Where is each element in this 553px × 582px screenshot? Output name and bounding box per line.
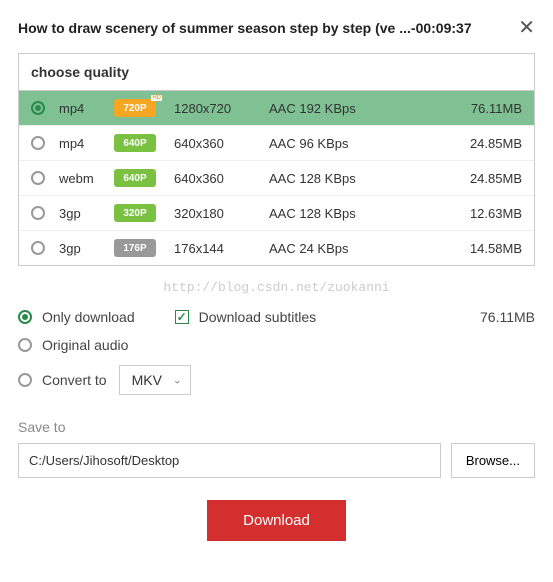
quality-row[interactable]: 3gp176P 176x144AAC 24 KBps14.58MB [19,231,534,265]
only-download-radio[interactable] [18,310,32,324]
quality-badge: 640P [114,134,156,152]
quality-resolution: 640x360 [174,171,269,186]
quality-row[interactable]: mp4640P 640x360AAC 96 KBps24.85MB [19,126,534,161]
quality-header: choose quality [19,54,534,91]
chevron-down-icon: ⌄ [173,374,182,387]
hd-icon: HD [151,95,162,101]
watermark-text: http://blog.csdn.net/zuokanni [18,280,535,295]
quality-resolution: 176x144 [174,241,269,256]
quality-format: mp4 [59,136,114,151]
quality-audio: AAC 24 KBps [269,241,399,256]
quality-format: 3gp [59,241,114,256]
quality-radio[interactable] [31,101,45,115]
quality-badge: 320P [114,204,156,222]
original-audio-radio[interactable] [18,338,32,352]
quality-radio[interactable] [31,171,45,185]
quality-radio[interactable] [31,206,45,220]
convert-format-value: MKV [132,372,162,388]
quality-resolution: 1280x720 [174,101,269,116]
quality-box: choose quality mp4720PHD1280x720AAC 192 … [18,53,535,266]
download-button[interactable]: Download [207,500,346,541]
close-icon[interactable]: ✕ [518,18,535,38]
quality-audio: AAC 192 KBps [269,101,399,116]
quality-format: 3gp [59,206,114,221]
browse-button[interactable]: Browse... [451,443,535,478]
download-subtitles-label: Download subtitles [199,309,317,325]
quality-audio: AAC 128 KBps [269,171,399,186]
dialog-title: How to draw scenery of summer season ste… [18,20,472,36]
quality-size: 14.58MB [399,241,522,256]
convert-to-radio[interactable] [18,373,32,387]
quality-resolution: 640x360 [174,136,269,151]
quality-row[interactable]: mp4720PHD 1280x720AAC 192 KBps76.11MB [19,91,534,126]
convert-to-label: Convert to [42,372,107,388]
quality-size: 76.11MB [399,101,522,116]
quality-audio: AAC 96 KBps [269,136,399,151]
quality-audio: AAC 128 KBps [269,206,399,221]
selected-size: 76.11MB [480,309,535,325]
save-to-label: Save to [18,419,535,435]
convert-format-select[interactable]: MKV ⌄ [119,365,191,395]
original-audio-label: Original audio [42,337,128,353]
quality-size: 24.85MB [399,136,522,151]
quality-badge: 176P [114,239,156,257]
quality-size: 24.85MB [399,171,522,186]
quality-size: 12.63MB [399,206,522,221]
quality-radio[interactable] [31,241,45,255]
download-subtitles-checkbox[interactable] [175,310,189,324]
quality-resolution: 320x180 [174,206,269,221]
quality-badge: 640P [114,169,156,187]
quality-radio[interactable] [31,136,45,150]
quality-row[interactable]: webm640P 640x360AAC 128 KBps24.85MB [19,161,534,196]
quality-format: webm [59,171,114,186]
quality-row[interactable]: 3gp320P 320x180AAC 128 KBps12.63MB [19,196,534,231]
quality-format: mp4 [59,101,114,116]
save-path-input[interactable] [18,443,441,478]
only-download-label: Only download [42,309,135,325]
quality-badge: 720PHD [114,99,156,117]
